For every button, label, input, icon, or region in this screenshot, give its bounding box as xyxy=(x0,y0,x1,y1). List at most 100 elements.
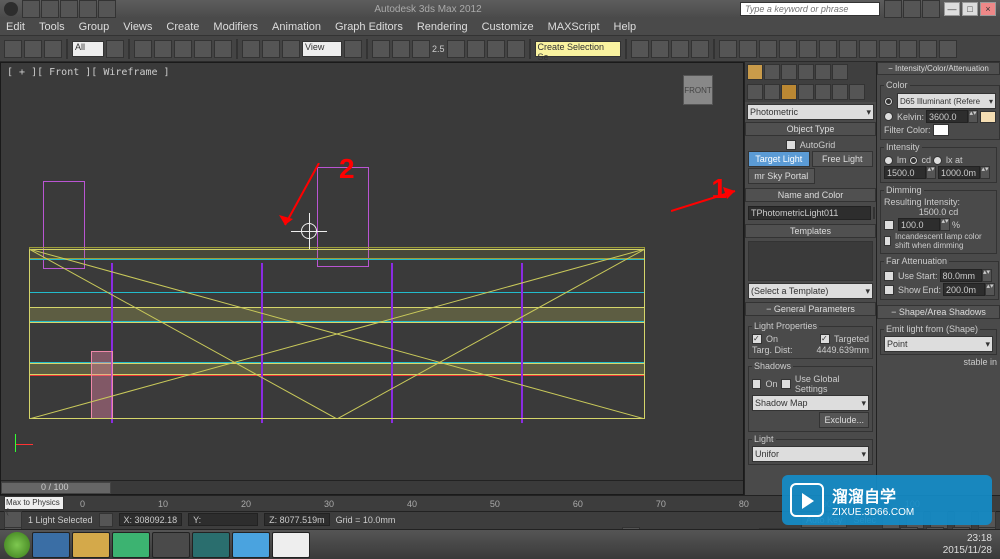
menu-group[interactable]: Group xyxy=(79,21,110,33)
lock-btn[interactable] xyxy=(99,513,113,527)
tab-utilities[interactable] xyxy=(832,64,848,80)
subcat-cameras[interactable] xyxy=(798,84,814,100)
menu-help[interactable]: Help xyxy=(614,21,637,33)
tool-btn[interactable] xyxy=(4,40,22,58)
tab-create[interactable] xyxy=(747,64,763,80)
tool-btn[interactable] xyxy=(154,40,172,58)
tool-btn[interactable] xyxy=(392,40,410,58)
menu-customize[interactable]: Customize xyxy=(482,21,534,33)
tool-btn[interactable] xyxy=(487,40,505,58)
qat-btn[interactable] xyxy=(98,0,116,18)
tool-btn[interactable] xyxy=(412,40,430,58)
filter-select[interactable]: All xyxy=(72,41,104,57)
lx-radio[interactable] xyxy=(933,156,942,165)
intensity-at-input[interactable] xyxy=(938,166,980,179)
tool-btn[interactable] xyxy=(214,40,232,58)
tool-btn[interactable] xyxy=(879,40,897,58)
light-on-check[interactable] xyxy=(752,334,762,344)
category-dropdown[interactable]: Photometric xyxy=(747,104,874,120)
use-check[interactable] xyxy=(884,271,894,281)
help-btn[interactable] xyxy=(903,0,921,18)
time-scroll[interactable]: 0 / 100 xyxy=(1,480,743,494)
cd-radio[interactable] xyxy=(909,156,918,165)
tool-btn[interactable] xyxy=(779,40,797,58)
tool-btn[interactable] xyxy=(372,40,390,58)
tool-btn[interactable] xyxy=(631,40,649,58)
tool-btn[interactable] xyxy=(919,40,937,58)
tool-btn[interactable] xyxy=(759,40,777,58)
incan-check[interactable] xyxy=(884,236,891,246)
tool-btn[interactable] xyxy=(467,40,485,58)
menu-rendering[interactable]: Rendering xyxy=(417,21,468,33)
start-button[interactable] xyxy=(4,532,30,558)
menu-animation[interactable]: Animation xyxy=(272,21,321,33)
min-btn[interactable]: — xyxy=(944,2,960,16)
task-app[interactable] xyxy=(112,532,150,558)
rollout-genparams[interactable]: − General Parameters xyxy=(745,302,876,316)
scale-btn[interactable] xyxy=(282,40,300,58)
menu-create[interactable]: Create xyxy=(166,21,199,33)
search-input[interactable] xyxy=(740,2,880,16)
intensity-input[interactable] xyxy=(884,166,926,179)
shadow-type-dropdown[interactable]: Shadow Map xyxy=(752,395,869,411)
tool-btn[interactable] xyxy=(859,40,877,58)
menu-grapheditors[interactable]: Graph Editors xyxy=(335,21,403,33)
tool-btn[interactable] xyxy=(819,40,837,58)
color-preset-dropdown[interactable]: D65 Illuminant (Refere xyxy=(897,93,996,109)
target-light-btn[interactable]: Target Light xyxy=(748,151,810,167)
dim-input[interactable] xyxy=(898,218,940,231)
tool-btn[interactable] xyxy=(44,40,62,58)
tab-motion[interactable] xyxy=(798,64,814,80)
task-ie[interactable] xyxy=(32,532,70,558)
tool-btn[interactable] xyxy=(839,40,857,58)
tool-btn[interactable] xyxy=(447,40,465,58)
subcat-geom[interactable] xyxy=(747,84,763,100)
viewport-front[interactable]: [ + ][ Front ][ Wireframe ] FRONT 2 1 xyxy=(0,62,744,495)
qat-btn[interactable] xyxy=(60,0,78,18)
help-btn[interactable] xyxy=(884,0,902,18)
coord-y[interactable]: Y: xyxy=(188,513,258,526)
viewport-label[interactable]: [ + ][ Front ][ Wireframe ] xyxy=(7,67,170,78)
menu-tools[interactable]: Tools xyxy=(39,21,65,33)
coord-select[interactable]: View xyxy=(302,41,342,57)
exclude-btn[interactable]: Exclude... xyxy=(819,412,869,428)
task-3dsmax[interactable] xyxy=(192,532,230,558)
targeted-check[interactable] xyxy=(820,334,830,344)
qat-btn[interactable] xyxy=(79,0,97,18)
tool-btn[interactable] xyxy=(719,40,737,58)
help-btn[interactable] xyxy=(922,0,940,18)
viewcube[interactable]: FRONT xyxy=(683,75,713,105)
tool-btn[interactable] xyxy=(899,40,917,58)
menu-edit[interactable]: Edit xyxy=(6,21,25,33)
coord-z[interactable]: Z: 8077.519m xyxy=(264,513,330,526)
task-app[interactable] xyxy=(152,532,190,558)
tool-btn[interactable] xyxy=(24,40,42,58)
menu-views[interactable]: Views xyxy=(123,21,152,33)
filter-swatch[interactable] xyxy=(933,124,949,136)
subcat-lights[interactable] xyxy=(781,84,797,100)
tool-btn[interactable] xyxy=(134,40,152,58)
subcat-shapes[interactable] xyxy=(764,84,780,100)
task-app[interactable] xyxy=(232,532,270,558)
start-input[interactable] xyxy=(940,269,982,282)
subcat-helpers[interactable] xyxy=(815,84,831,100)
rollout-namecolor[interactable]: Name and Color xyxy=(745,188,876,202)
tool-btn[interactable] xyxy=(194,40,212,58)
dist-dropdown[interactable]: Unifor xyxy=(752,446,869,462)
dim-check[interactable] xyxy=(884,220,894,230)
rollout-objecttype[interactable]: Object Type xyxy=(745,122,876,136)
lm-radio[interactable] xyxy=(884,156,893,165)
object-color-swatch[interactable] xyxy=(873,207,875,219)
end-input[interactable] xyxy=(943,283,985,296)
tool-btn[interactable] xyxy=(939,40,957,58)
kelvin-input[interactable] xyxy=(926,110,968,123)
tool-btn[interactable] xyxy=(739,40,757,58)
object-name-input[interactable] xyxy=(748,206,871,220)
tool-btn[interactable] xyxy=(651,40,669,58)
task-explorer[interactable] xyxy=(72,532,110,558)
selset-combo[interactable]: Create Selection Se xyxy=(535,41,621,57)
kelvin-radio[interactable] xyxy=(884,112,893,121)
tool-btn[interactable] xyxy=(106,40,124,58)
script-btn[interactable]: Max to Physics ( xyxy=(4,496,64,510)
subcat-systems[interactable] xyxy=(849,84,865,100)
